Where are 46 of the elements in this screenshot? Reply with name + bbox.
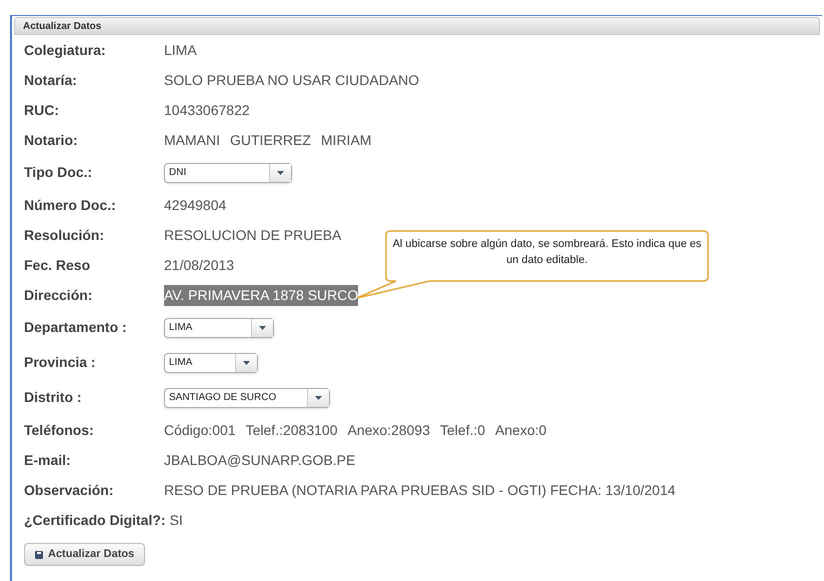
save-icon	[35, 550, 43, 558]
field-value: 21/08/2013	[164, 256, 234, 274]
field-label: RUC:	[24, 100, 60, 120]
field-label: Provincia :	[24, 353, 97, 372]
update-button[interactable]: Actualizar Datos	[24, 543, 146, 566]
field-label: Dirección:	[24, 286, 94, 304]
field-label: Teléfonos:	[24, 420, 95, 440]
field-value: Anexo:0	[495, 420, 547, 440]
field-label: Notario:	[24, 130, 79, 150]
field-label: Observación:	[24, 480, 114, 500]
field-label: Notaría:	[24, 70, 78, 90]
field-value: LIMA	[164, 40, 197, 60]
field-value: Código:001	[164, 420, 236, 440]
field-value: 42949804	[164, 196, 226, 214]
field-value: RESOLUCION DE PRUEBA	[164, 226, 342, 244]
field-value: Anexo:28093	[347, 420, 430, 440]
dropdown[interactable]: LIMA	[164, 352, 258, 372]
field-value[interactable]: AV. PRIMAVERA 1878 SURCO	[164, 284, 358, 306]
field-value: JBALBOA@SUNARP.GOB.PE	[164, 450, 356, 470]
dropdown[interactable]: DNI	[164, 162, 292, 182]
field-value: MAMANI	[164, 130, 220, 150]
field-value: RESO DE PRUEBA (NOTARIA PARA PRUEBAS SID - OGTI) FECHA: 13/10/2014	[164, 480, 676, 500]
field-value: SI	[170, 510, 183, 530]
panel-title: Actualizar Datos	[23, 20, 102, 34]
field-label: Tipo Doc.:	[24, 163, 94, 182]
caret-icon	[277, 170, 284, 174]
field-value: GUTIERREZ	[230, 130, 311, 150]
field-label: ¿Certificado Digital?:	[24, 510, 166, 530]
caret-icon	[315, 396, 322, 400]
dropdown[interactable]: SANTIAGO DE SURCO	[164, 388, 330, 408]
callout-text: Al ubicarse sobre algún dato, se sombreará. Esto indica que es un dato editable.	[392, 237, 702, 268]
caret-icon	[243, 360, 250, 364]
field-label: Resolución:	[24, 226, 106, 244]
field-value: 10433067822	[164, 100, 250, 120]
field-label: Distrito :	[24, 388, 83, 407]
field-value: MIRIAM	[320, 130, 372, 150]
field-value: Telef.:2083100	[246, 420, 338, 440]
field-label: Número Doc.:	[24, 196, 117, 214]
field-label: E-mail:	[24, 450, 72, 470]
field-label: Departamento :	[24, 318, 128, 337]
field-value: Telef.:0	[440, 420, 486, 440]
field-label: Fec. Reso	[24, 256, 92, 274]
field-label: Colegiatura:	[24, 40, 107, 60]
caret-icon	[259, 326, 266, 330]
dropdown[interactable]: LIMA	[164, 318, 274, 338]
field-value: SOLO PRUEBA NO USAR CIUDADANO	[164, 70, 420, 90]
